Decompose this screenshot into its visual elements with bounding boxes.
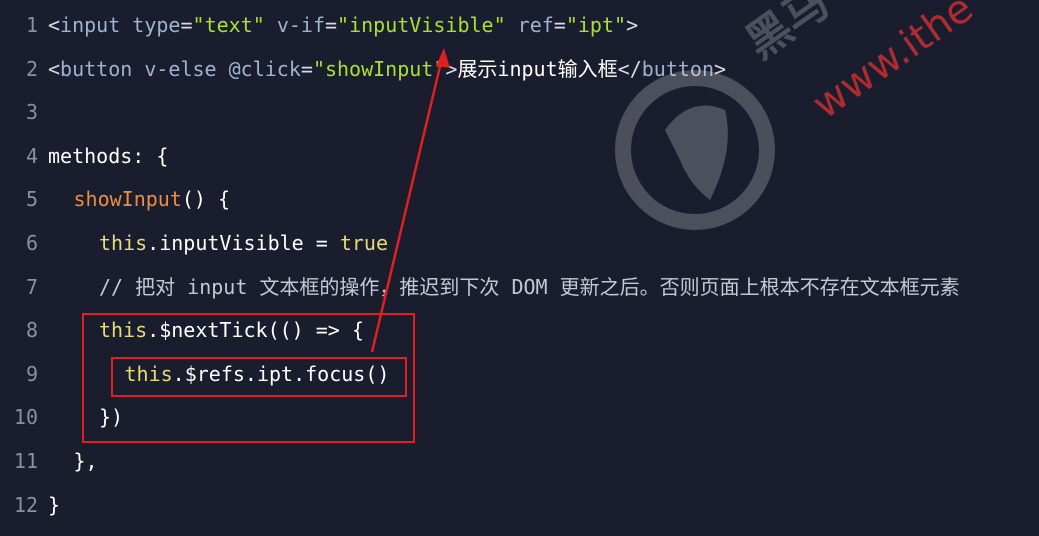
arrow-overlay [370, 48, 450, 353]
red-arrow-line [370, 57, 444, 353]
red-arrow-head-icon [436, 48, 450, 68]
